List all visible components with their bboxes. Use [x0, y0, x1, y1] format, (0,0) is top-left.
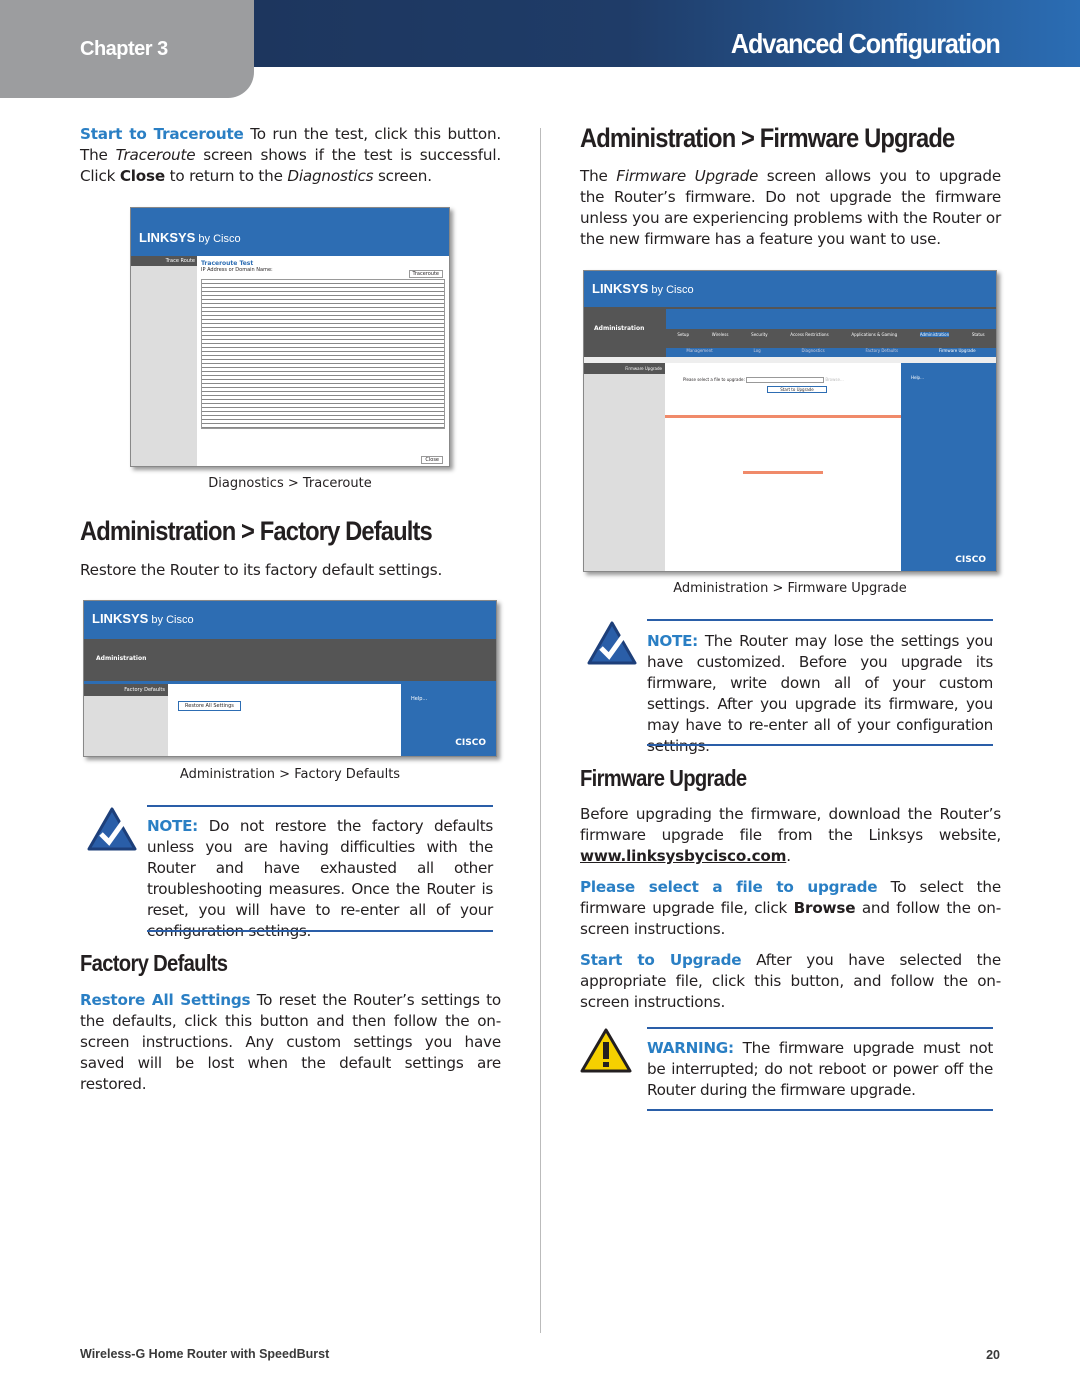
- start-upgrade-paragraph: Start to Upgrade After you have selected…: [580, 950, 1001, 1013]
- subtab: Firmware Upgrade: [938, 348, 976, 353]
- side-label: Factory Defaults: [84, 684, 168, 696]
- heading-firmware-upgrade: Administration > Firmware Upgrade: [580, 123, 955, 153]
- divider: [647, 619, 993, 621]
- note-check-icon: [587, 621, 637, 665]
- column-divider: [540, 128, 541, 1333]
- linksys-logo: LINKSYS: [592, 281, 649, 296]
- text: Before upgrading the firmware, download …: [580, 805, 1001, 844]
- divider: [647, 1027, 993, 1029]
- subtab: Log: [753, 348, 761, 353]
- tab-admin: Administration: [919, 332, 950, 337]
- side-label: Trace Route: [131, 256, 197, 266]
- text: Browse: [793, 899, 856, 917]
- warning-icon: [580, 1028, 632, 1073]
- close-button: Close: [421, 456, 443, 464]
- logo-by: by Cisco: [148, 614, 194, 626]
- note-check-icon: [87, 807, 137, 851]
- term: Restore All Settings: [80, 991, 251, 1009]
- divider: [647, 1109, 993, 1111]
- tab-setup: Setup: [677, 332, 689, 337]
- text: Diagnostics: [287, 167, 374, 185]
- section-label: Administration: [584, 307, 666, 357]
- tab-security: Security: [751, 332, 768, 337]
- cisco-logo: CISCO: [955, 555, 986, 565]
- restore-button: Restore All Settings: [178, 701, 241, 711]
- page-number: 20: [986, 1348, 1000, 1362]
- restore-paragraph: Restore All Settings To reset the Router…: [80, 990, 501, 1095]
- note-text: The Router may lose the settings you hav…: [647, 632, 993, 755]
- traceroute-paragraph: Start to Traceroute To run the test, cli…: [80, 124, 501, 187]
- subtab: Diagnostics: [801, 348, 825, 353]
- chapter-tab: Chapter 3: [0, 0, 254, 98]
- header-bar: Advanced Configuration: [254, 0, 1080, 67]
- term: Start to Traceroute: [80, 125, 244, 143]
- text: .: [786, 847, 791, 865]
- factory-note: NOTE: Do not restore the factory default…: [147, 816, 493, 942]
- caption: Administration > Factory Defaults: [179, 767, 401, 782]
- tab-apps: Applications & Gaming: [851, 332, 898, 337]
- shot-title: Traceroute Test: [201, 260, 254, 267]
- note-label: NOTE:: [647, 632, 698, 650]
- logo-by: by Cisco: [195, 233, 241, 245]
- tab-status: Status: [971, 332, 985, 337]
- select-file-paragraph: Please select a file to upgrade To selec…: [580, 877, 1001, 940]
- heading-firmware-upgrade-sub: Firmware Upgrade: [580, 765, 747, 791]
- logo-by: by Cisco: [648, 284, 694, 296]
- caption: Administration > Firmware Upgrade: [673, 581, 907, 596]
- text: screen.: [373, 167, 432, 185]
- text: Firmware Upgrade: [616, 167, 759, 185]
- firmware-note: NOTE: The Router may lose the settings y…: [647, 631, 993, 757]
- factory-intro: Restore the Router to its factory defaul…: [80, 561, 443, 579]
- warning-label: WARNING:: [647, 1039, 734, 1057]
- footer-product: Wireless-G Home Router with SpeedBurst: [80, 1347, 330, 1361]
- text: Close: [119, 167, 165, 185]
- firmware-warning: WARNING: The firmware upgrade must not b…: [647, 1038, 993, 1101]
- caption: Diagnostics > Traceroute: [208, 476, 372, 491]
- section-title: Advanced Configuration: [731, 28, 1001, 59]
- linksys-logo: LINKSYS: [92, 611, 149, 626]
- traceroute-screenshot: LINKSYS by Cisco Trace Route Traceroute …: [130, 207, 450, 467]
- divider: [147, 930, 493, 932]
- chapter-label: Chapter 3: [80, 38, 168, 60]
- section-label: Administration: [84, 639, 496, 684]
- help-link: Help...: [910, 375, 924, 380]
- subtab: Factory Defaults: [865, 348, 899, 353]
- subtab: Management: [686, 348, 713, 353]
- divider: [147, 805, 493, 807]
- side-label: Firmware Upgrade: [584, 363, 665, 374]
- firmware-intro: The Firmware Upgrade screen allows you t…: [580, 166, 1001, 250]
- note-text: Do not restore the factory defaults unle…: [147, 817, 493, 940]
- linksys-website-link[interactable]: www.linksysbycisco.com: [580, 847, 786, 865]
- text: The: [580, 167, 617, 185]
- term: Please select a file to upgrade: [580, 878, 878, 896]
- heading-factory-defaults: Administration > Factory Defaults: [80, 516, 433, 546]
- linksys-logo: LINKSYS: [139, 230, 196, 245]
- tab-wireless: Wireless: [711, 332, 729, 337]
- text: Traceroute: [115, 146, 196, 164]
- note-label: NOTE:: [147, 817, 198, 835]
- factory-defaults-screenshot: LINKSYS by Cisco Administration Factory …: [83, 600, 497, 757]
- browse-button: Browse...: [825, 377, 844, 382]
- firmware-upgrade-screenshot: LINKSYS by Cisco Administration Setup Wir…: [583, 270, 997, 572]
- before-paragraph: Before upgrading the firmware, download …: [580, 804, 1001, 867]
- start-upgrade-button: Start to Upgrade: [766, 386, 827, 393]
- cisco-logo: CISCO: [455, 738, 486, 748]
- traceroute-output: [201, 279, 445, 429]
- file-field-label: Please select a file to upgrade:: [682, 377, 745, 382]
- text: to return to the: [164, 167, 288, 185]
- tab-access: Access Restrictions: [790, 332, 829, 337]
- term: Start to Upgrade: [580, 951, 742, 969]
- traceroute-button: Traceroute: [408, 270, 443, 278]
- divider: [647, 744, 993, 746]
- heading-factory-defaults-sub: Factory Defaults: [80, 950, 228, 976]
- help-link: Help...: [411, 696, 428, 702]
